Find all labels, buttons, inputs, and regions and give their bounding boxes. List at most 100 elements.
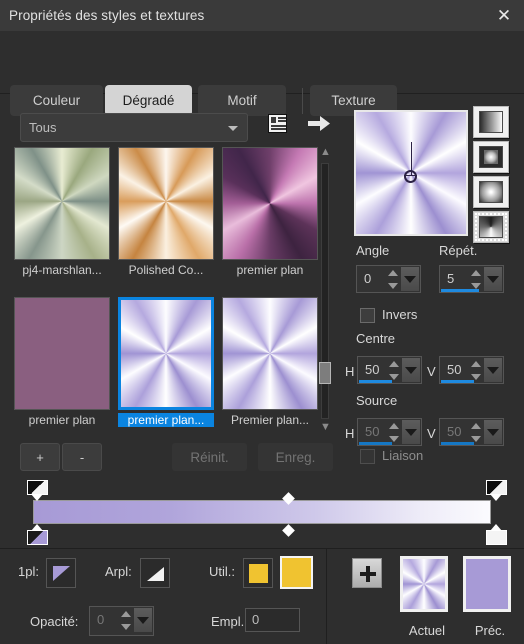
gradient-thumbnail[interactable] xyxy=(118,297,214,410)
opacity-stepper[interactable]: 0 xyxy=(89,606,154,636)
source-v-dropdown-icon[interactable] xyxy=(484,420,502,444)
add-gradient-button[interactable]: + xyxy=(20,443,60,471)
bottom-vertical-divider xyxy=(326,549,327,644)
centre-h-value: 50 xyxy=(365,362,380,377)
color-stop-start[interactable] xyxy=(26,524,49,545)
layer-swatch-button[interactable] xyxy=(46,558,76,588)
scrollbar-thumb[interactable] xyxy=(319,362,331,384)
source-v-slider-fill[interactable] xyxy=(441,442,474,445)
gradient-thumbnail[interactable] xyxy=(14,297,110,410)
source-v-label: V xyxy=(427,426,436,441)
centre-v-slider-fill[interactable] xyxy=(441,380,474,383)
list-item-label: premier plan xyxy=(236,263,304,277)
empl-label: Empl.: xyxy=(211,614,248,629)
list-view-icon[interactable] xyxy=(268,114,287,133)
centre-h-dropdown-icon[interactable] xyxy=(402,358,420,382)
tab-couleur[interactable]: Couleur xyxy=(10,85,103,116)
source-h-stepper[interactable]: 50 xyxy=(357,418,422,446)
category-dropdown[interactable]: Tous xyxy=(20,113,248,142)
source-v-stepper[interactable]: 50 xyxy=(439,418,504,446)
list-item[interactable]: Polished Co... xyxy=(118,147,214,277)
source-h-dropdown-icon[interactable] xyxy=(402,420,420,444)
angle-spinner-arrows[interactable] xyxy=(387,269,399,290)
centre-v-stepper[interactable]: 50 xyxy=(439,356,504,384)
list-item[interactable]: Premier plan... xyxy=(222,297,318,427)
gradient-editor xyxy=(26,480,507,545)
repeat-dropdown-icon[interactable] xyxy=(484,267,502,291)
gradient-thumbnail[interactable] xyxy=(118,147,214,260)
rectangular-gradient-type-button[interactable] xyxy=(473,141,509,173)
centre-h-spinner-arrows[interactable] xyxy=(388,360,400,381)
radial-gradient-icon xyxy=(479,181,503,203)
triangle-icon xyxy=(53,566,70,581)
category-value: Tous xyxy=(29,120,57,135)
color-midpoint-marker[interactable] xyxy=(282,524,295,537)
source-h-label: H xyxy=(345,426,355,441)
add-color-button[interactable] xyxy=(352,558,382,588)
gradient-preview[interactable] xyxy=(354,110,468,236)
list-item[interactable]: premier plan xyxy=(222,147,318,277)
opacity-value: 0 xyxy=(97,612,105,627)
transparency-stop-start[interactable] xyxy=(26,480,49,501)
util-swatch-a-button[interactable] xyxy=(243,558,273,588)
remove-gradient-button[interactable]: - xyxy=(62,443,102,471)
gradient-thumbnail[interactable] xyxy=(14,147,110,260)
centre-h-label: H xyxy=(345,364,355,379)
centre-v-dropdown-icon[interactable] xyxy=(484,358,502,382)
scroll-up-icon[interactable]: ▲ xyxy=(320,147,331,159)
source-h-spinner-arrows[interactable] xyxy=(388,422,400,443)
invert-label: Invers xyxy=(382,307,418,322)
previous-color-preview[interactable] xyxy=(463,556,511,612)
arrow-right-icon[interactable] xyxy=(308,116,330,131)
list-item-label: pj4-marshlan... xyxy=(22,263,102,277)
source-v-spinner-arrows[interactable] xyxy=(470,422,482,443)
angle-value: 0 xyxy=(364,271,372,286)
repeat-label: Répét. xyxy=(439,243,478,258)
opacity-dropdown-icon[interactable] xyxy=(134,608,152,632)
chevron-down-icon xyxy=(228,126,238,131)
centre-h-slider-fill[interactable] xyxy=(359,380,392,383)
radial-gradient-type-button[interactable] xyxy=(473,176,509,208)
source-h-slider-fill[interactable] xyxy=(359,442,392,445)
center-handle-icon[interactable] xyxy=(404,170,417,183)
gradient-thumbnail[interactable] xyxy=(222,147,318,260)
link-label: Liaison xyxy=(382,448,424,463)
repeat-slider-fill[interactable] xyxy=(441,289,479,292)
tab-motif[interactable]: Motif xyxy=(198,85,286,116)
opacity-spinner-arrows[interactable] xyxy=(120,610,132,631)
stop-swatch xyxy=(486,530,507,545)
repeat-spinner-arrows[interactable] xyxy=(470,269,482,290)
tab-degrade[interactable]: Dégradé xyxy=(105,85,192,116)
list-item[interactable]: premier plan xyxy=(14,297,110,427)
rectangular-gradient-icon xyxy=(479,146,503,168)
arpl-swatch-button[interactable] xyxy=(140,558,170,588)
list-item[interactable]: pj4-marshlan... xyxy=(14,147,110,277)
empl-input[interactable]: 0 xyxy=(245,608,300,632)
conical-gradient-icon xyxy=(479,216,503,238)
transparency-stop-end[interactable] xyxy=(485,480,508,501)
repeat-stepper[interactable]: 5 xyxy=(439,265,504,293)
angle-dropdown-icon[interactable] xyxy=(401,267,419,291)
save-button[interactable]: Enreg. xyxy=(258,443,333,471)
reset-button[interactable]: Réinit. xyxy=(172,443,247,471)
link-checkbox[interactable] xyxy=(360,449,375,464)
linear-gradient-type-button[interactable] xyxy=(473,106,509,138)
util-swatch-b-button[interactable] xyxy=(280,556,313,589)
color-stop-end[interactable] xyxy=(485,524,508,545)
conical-gradient-type-button[interactable] xyxy=(473,211,509,243)
angle-stepper[interactable]: 0 xyxy=(356,265,421,293)
repeat-value: 5 xyxy=(447,271,455,286)
gradient-ramp[interactable] xyxy=(33,500,491,524)
gradient-list-scrollbar[interactable]: ▲ ▼ xyxy=(318,147,332,435)
close-icon[interactable]: ✕ xyxy=(492,4,516,27)
invert-checkbox[interactable] xyxy=(360,308,375,323)
current-color-preview[interactable] xyxy=(400,556,448,612)
centre-h-stepper[interactable]: 50 xyxy=(357,356,422,384)
list-item-label: Premier plan... xyxy=(230,413,310,427)
list-item-selected[interactable]: premier plan... xyxy=(118,297,214,427)
arrow-right-glyph xyxy=(308,116,330,131)
scroll-down-icon[interactable]: ▼ xyxy=(320,422,331,434)
gradient-thumbnail[interactable] xyxy=(222,297,318,410)
angle-label: Angle xyxy=(356,243,390,258)
centre-v-spinner-arrows[interactable] xyxy=(470,360,482,381)
